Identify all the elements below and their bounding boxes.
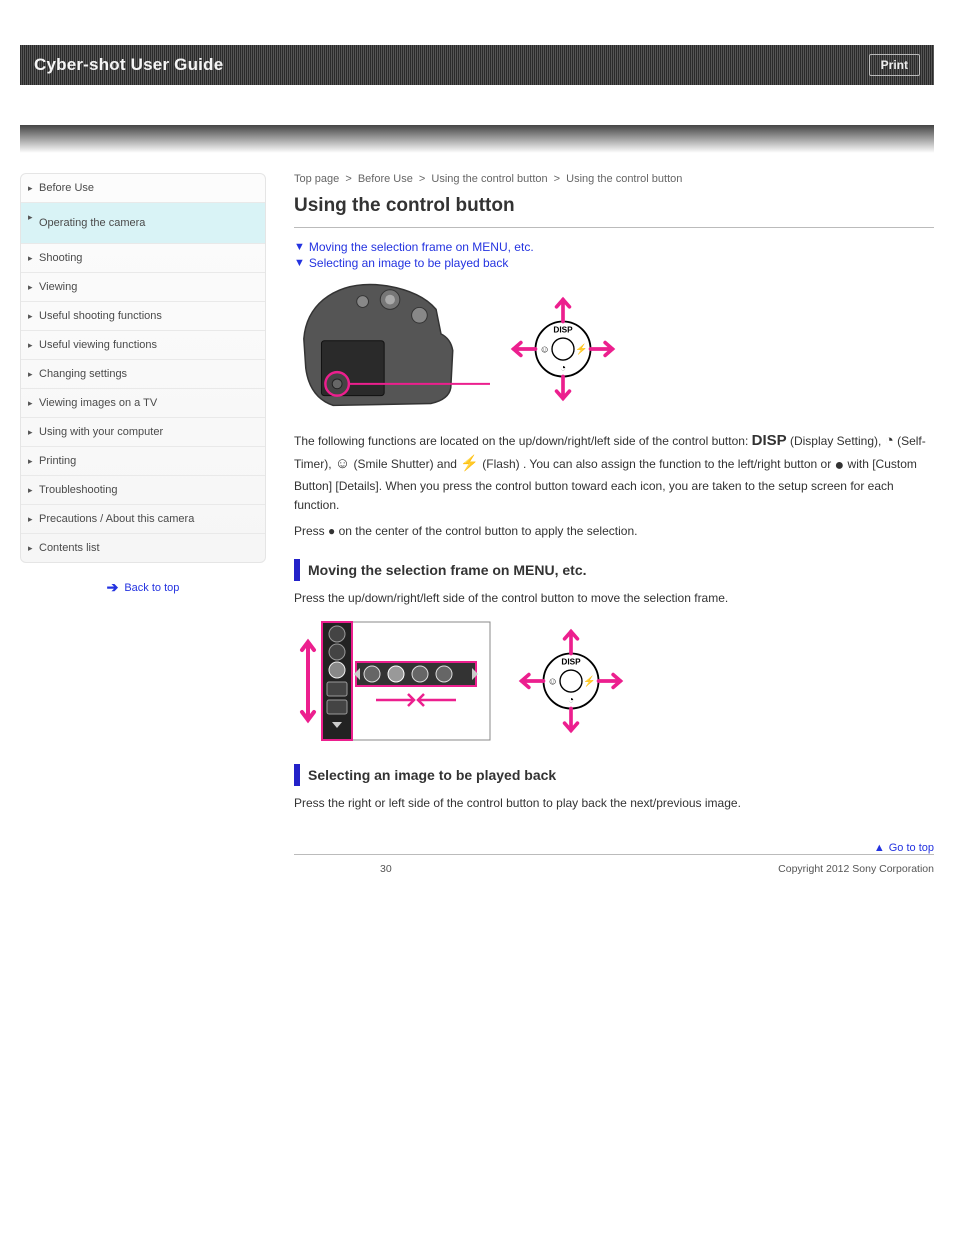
control-wheel-illustration-small: DISP ◔ ☺ ⚡ [516,626,626,736]
sidebar-item-tv[interactable]: Viewing images on a TV [21,389,265,418]
sidebar-item-changing-settings[interactable]: Changing settings [21,360,265,389]
smile-icon: ☺ [335,455,350,472]
section1-body: Press the up/down/right/left side of the… [294,589,934,608]
main-content: Top page > Before Use > Using the contro… [266,173,934,875]
go-to-top-link[interactable]: ▲ Go to top [874,842,934,854]
sidebar: Before Use Operating the camera Shooting… [20,173,266,875]
svg-text:⚡: ⚡ [575,342,588,355]
sidebar-item-contents[interactable]: Contents list [21,534,265,562]
breadcrumb-b[interactable]: Before Use [358,173,413,185]
sidebar-item-before-use[interactable]: Before Use [21,174,265,203]
sidebar-item-viewing[interactable]: Viewing [21,273,265,302]
control-wheel-illustration: DISP ◔ ☺ ⚡ [508,294,618,404]
sidebar-item-printing[interactable]: Printing [21,447,265,476]
sidebar-item-precautions[interactable]: Precautions / About this camera [21,505,265,534]
disp-icon: DISP [752,432,787,449]
page-title: Using the control button [294,195,934,217]
svg-text:☺: ☺ [540,344,550,355]
header-title: Cyber-shot User Guide [20,55,223,75]
sublink-2[interactable]: ▼ Selecting an image to be played back [294,256,934,270]
svg-text:⚡: ⚡ [583,674,596,687]
triangle-up-icon: ▲ [874,842,885,854]
camera-illustration [294,280,490,417]
svg-text:DISP: DISP [561,657,581,666]
section2-body: Press the right or left side of the cont… [294,794,934,813]
center-dot-icon: ● [835,457,845,474]
copyright: Copyright 2012 Sony Corporation [778,863,934,875]
sublink-1-text: Moving the selection frame on MENU, etc. [309,240,534,254]
sidebar-item-useful-shooting[interactable]: Useful shooting functions [21,302,265,331]
triangle-down-icon: ▼ [294,257,305,269]
timer-icon: ◔ [885,432,894,449]
section2-title: Selecting an image to be played back [308,767,556,783]
arrow-right-icon: ➔ [107,579,119,596]
svg-text:◔: ◔ [568,695,574,706]
sidebar-item-computer[interactable]: Using with your computer [21,418,265,447]
section1-title: Moving the selection frame on MENU, etc. [308,562,587,578]
breadcrumb-d: Using the control button [566,173,682,185]
menu-illustration [294,616,494,746]
svg-text:◔: ◔ [560,363,566,374]
sidebar-item-shooting[interactable]: Shooting [21,244,265,273]
go-to-top-label: Go to top [889,842,934,854]
sidebar-item-troubleshooting[interactable]: Troubleshooting [21,476,265,505]
page-number: 30 [380,863,392,875]
para-press-center: Press ● on the center of the control but… [294,522,934,541]
svg-text:☺: ☺ [548,676,558,687]
sidebar-item-operating[interactable]: Operating the camera [21,203,265,244]
sublink-2-text: Selecting an image to be played back [309,256,508,270]
sidebar-item-useful-viewing[interactable]: Useful viewing functions [21,331,265,360]
sublink-1[interactable]: ▼ Moving the selection frame on MENU, et… [294,240,934,254]
toc: Before Use Operating the camera Shooting… [20,173,266,563]
para-functions: The following functions are located on t… [294,429,934,514]
flash-icon: ⚡ [460,455,479,472]
svg-text:DISP: DISP [553,325,573,334]
breadcrumb-a[interactable]: Top page [294,173,339,185]
breadcrumb-c[interactable]: Using the control button [431,173,547,185]
header-bar: Cyber-shot User Guide Print [20,45,934,85]
back-to-top-label: Back to top [124,582,179,594]
back-to-top-link[interactable]: ➔ Back to top [20,579,266,596]
print-button[interactable]: Print [869,54,920,76]
breadcrumb: Top page > Before Use > Using the contro… [294,173,934,185]
triangle-down-icon: ▼ [294,241,305,253]
